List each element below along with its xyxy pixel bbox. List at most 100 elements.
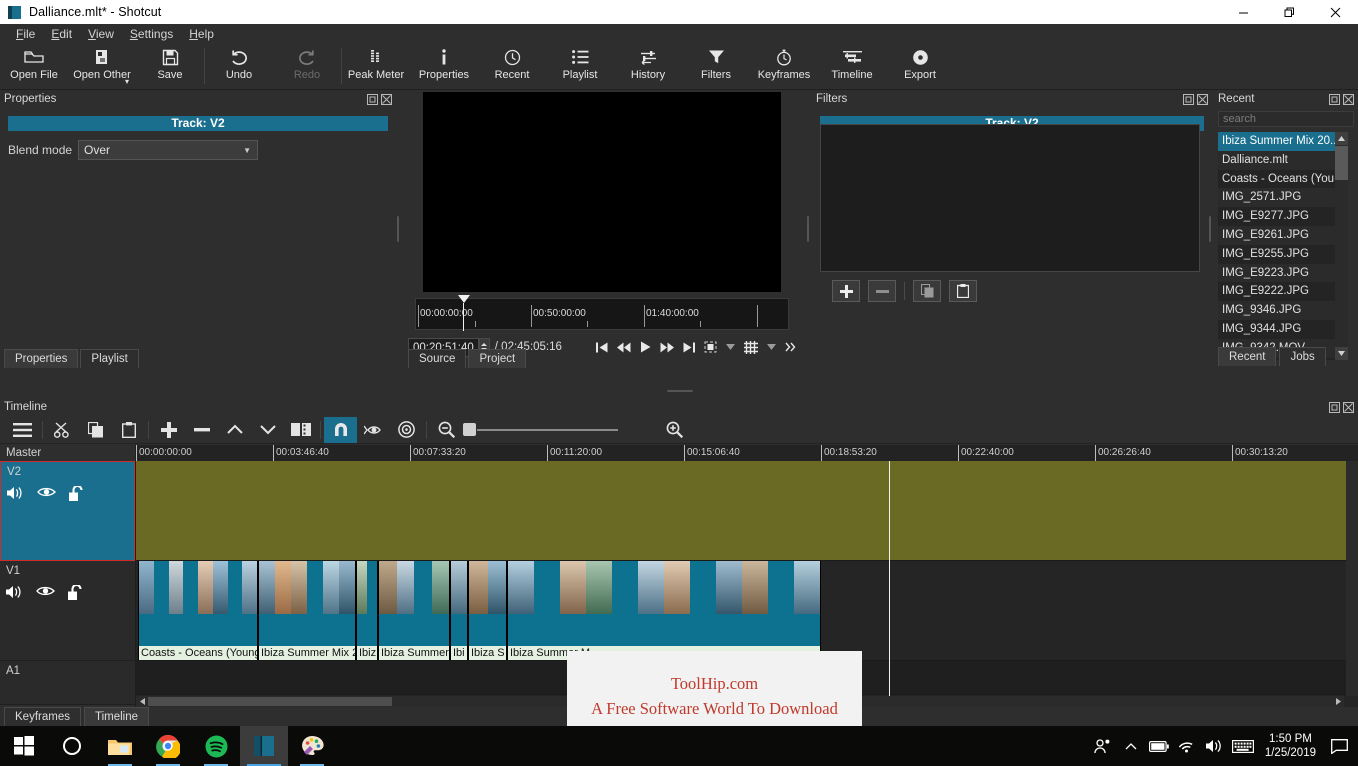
file-explorer-button[interactable] [96, 726, 144, 766]
scrollbar-thumb[interactable] [148, 697, 392, 706]
menu-settings[interactable]: Settings [122, 25, 181, 43]
scrollbar-thumb[interactable] [1335, 146, 1348, 180]
blend-mode-select[interactable]: Over ▼ [78, 140, 259, 160]
undo-button[interactable]: Undo [205, 43, 273, 88]
float-panel-icon[interactable] [1329, 401, 1340, 413]
list-item[interactable]: IMG_9346.JPG [1218, 301, 1344, 320]
zoom-slider-knob[interactable] [463, 423, 476, 436]
filters-list[interactable] [820, 124, 1200, 272]
timeline-playhead[interactable] [889, 461, 890, 697]
list-item[interactable]: IMG_E9261.JPG [1218, 225, 1344, 245]
float-panel-icon[interactable] [367, 93, 378, 105]
open-other-button[interactable]: Open Other ▾ [68, 43, 136, 88]
overwrite-button[interactable] [251, 417, 284, 443]
skip-to-end-icon[interactable] [683, 342, 695, 353]
menu-file[interactable]: File [8, 25, 43, 43]
recent-scrollbar[interactable] [1335, 132, 1348, 360]
rewind-icon[interactable] [617, 342, 631, 353]
list-item[interactable]: Dalliance.mlt [1218, 150, 1344, 170]
start-button[interactable] [0, 726, 48, 766]
unlock-icon[interactable] [68, 583, 84, 603]
menu-view[interactable]: View [80, 25, 122, 43]
battery-icon[interactable] [1145, 726, 1173, 766]
cut-button[interactable] [46, 417, 79, 443]
splitter-top-timeline[interactable] [400, 388, 960, 394]
lift-button[interactable] [218, 417, 251, 443]
keyframes-button[interactable]: Keyframes [750, 43, 818, 88]
recent-list[interactable]: Ibiza Summer Mix 20... Dalliance.mlt Coa… [1218, 132, 1344, 360]
minimize-button[interactable] [1220, 0, 1266, 24]
action-center-icon[interactable] [1324, 726, 1354, 766]
volume-icon[interactable] [1201, 726, 1229, 766]
timeline-clip[interactable]: Ibiza Summer [378, 561, 450, 660]
timeline-button[interactable]: Timeline [818, 43, 886, 88]
close-panel-icon[interactable] [1197, 93, 1208, 105]
copy-filters-button[interactable] [913, 280, 941, 302]
recent-button[interactable]: Recent [478, 43, 546, 88]
play-icon[interactable] [640, 341, 651, 353]
copy-button[interactable] [79, 417, 112, 443]
list-item[interactable]: IMG_E9222.JPG [1218, 282, 1344, 301]
redo-button[interactable]: Redo [273, 43, 341, 88]
timeline-clip[interactable]: Ibi [450, 561, 468, 660]
save-button[interactable]: Save [136, 43, 204, 88]
wifi-icon[interactable] [1173, 726, 1201, 766]
track-header-v1[interactable]: V1 [0, 561, 135, 661]
recent-search-input[interactable]: search [1218, 111, 1354, 127]
timeline-track-v1[interactable]: Coasts - Oceans (Young Ibiza Summer Mix … [136, 561, 1358, 661]
list-item[interactable]: Ibiza Summer Mix 20... [1218, 132, 1344, 151]
keyboard-icon[interactable] [1229, 726, 1257, 766]
in-point-icon[interactable] [704, 341, 717, 353]
open-file-button[interactable]: Open File [0, 43, 68, 88]
ripple-delete-button[interactable] [185, 417, 218, 443]
grid-icon[interactable] [744, 340, 758, 354]
list-item[interactable]: IMG_E9255.JPG [1218, 245, 1344, 264]
scroll-up-icon[interactable] [1335, 132, 1348, 145]
timeline-menu-button[interactable] [6, 417, 39, 443]
close-button[interactable] [1312, 0, 1358, 24]
paste-button[interactable] [112, 417, 145, 443]
append-button[interactable] [152, 417, 185, 443]
close-panel-icon[interactable] [381, 93, 392, 105]
remove-filter-button[interactable] [868, 280, 896, 302]
taskbar-clock[interactable]: 1:50 PM 1/25/2019 [1257, 732, 1324, 760]
list-item[interactable]: IMG_2571.JPG [1218, 188, 1344, 208]
splitter-player-filters[interactable] [806, 90, 810, 368]
chrome-button[interactable] [144, 726, 192, 766]
list-item[interactable]: IMG_9344.JPG [1218, 320, 1344, 339]
list-item[interactable]: IMG_E9277.JPG [1218, 207, 1344, 226]
unlock-icon[interactable] [69, 484, 85, 504]
shotcut-button[interactable] [240, 726, 288, 766]
more-icon[interactable] [785, 342, 797, 352]
list-item[interactable]: IMG_E9223.JPG [1218, 263, 1344, 283]
tab-source[interactable]: Source [408, 349, 467, 368]
track-header-a1[interactable]: A1 [0, 661, 135, 705]
close-panel-icon[interactable] [1343, 93, 1354, 105]
paint-button[interactable] [288, 726, 336, 766]
eye-icon[interactable] [36, 585, 55, 603]
tab-jobs[interactable]: Jobs [1279, 347, 1326, 366]
timeline-track-v2[interactable] [136, 461, 1358, 561]
timeline-vertical-scrollbar[interactable] [1346, 461, 1358, 696]
zoom-out-button[interactable] [430, 417, 463, 443]
chevron-down-icon-2[interactable] [767, 344, 776, 350]
scroll-down-icon[interactable] [1335, 347, 1348, 360]
timeline-ruler[interactable]: 00:00:00:00 00:03:46:40 00:07:33:20 00:1… [136, 445, 1358, 461]
snap-toggle-button[interactable] [324, 416, 357, 443]
maximize-button[interactable] [1266, 0, 1312, 24]
float-panel-icon[interactable] [1329, 93, 1340, 105]
scroll-right-icon[interactable] [1332, 696, 1344, 707]
tab-timeline[interactable]: Timeline [83, 707, 149, 726]
video-preview[interactable] [423, 92, 781, 292]
tab-project[interactable]: Project [468, 349, 527, 368]
ripple-all-tracks-button[interactable] [390, 417, 423, 443]
people-icon[interactable] [1089, 726, 1117, 766]
timeline-clip[interactable]: Ibiza Summer M [507, 561, 821, 660]
timeline-clip[interactable]: Ibiz [356, 561, 378, 660]
tab-keyframes[interactable]: Keyframes [4, 707, 81, 726]
eye-icon[interactable] [37, 486, 56, 504]
properties-button[interactable]: Properties [410, 43, 478, 88]
fast-forward-icon[interactable] [660, 342, 674, 353]
playlist-button[interactable]: Playlist [546, 43, 614, 88]
spotify-button[interactable] [192, 726, 240, 766]
